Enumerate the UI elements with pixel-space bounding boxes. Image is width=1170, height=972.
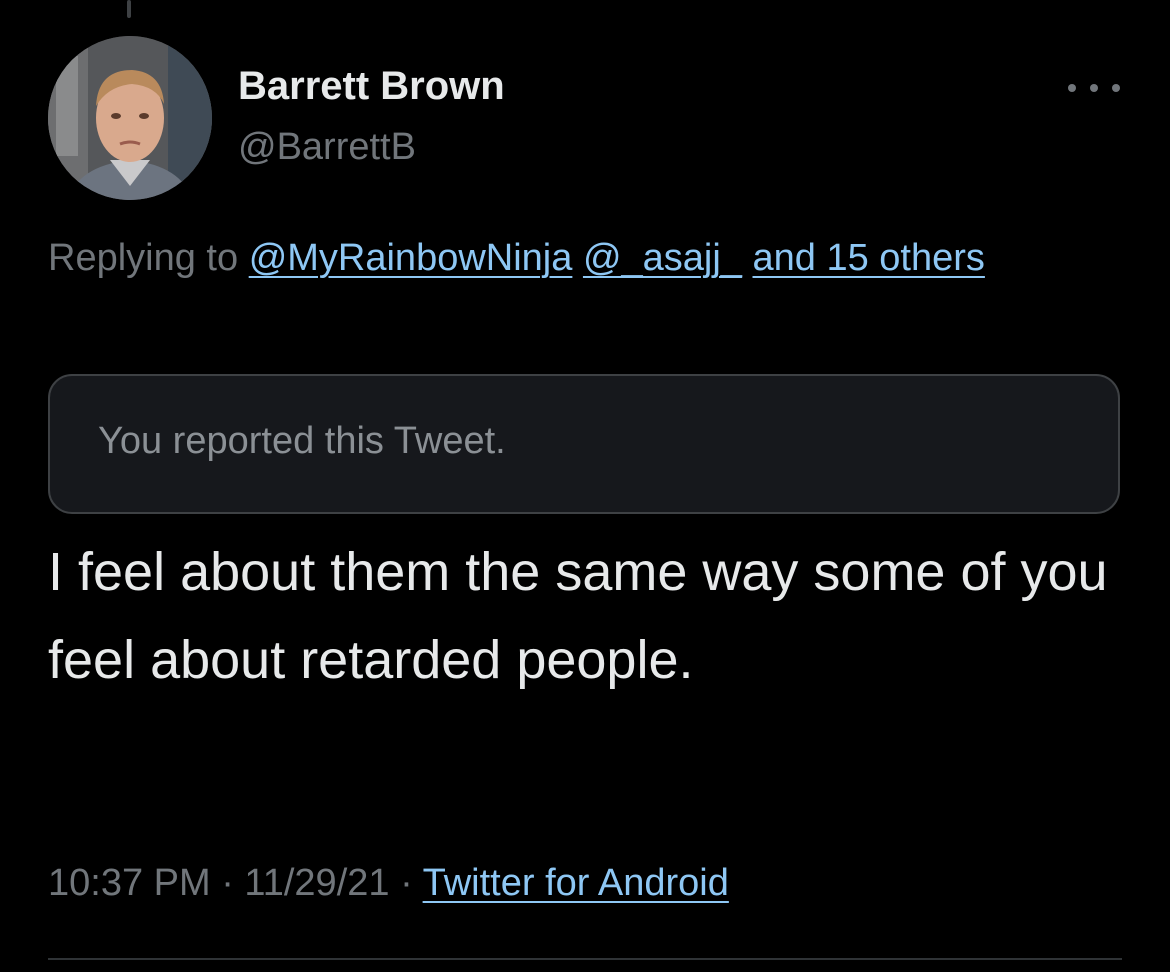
reported-notice: You reported this Tweet. — [48, 374, 1120, 514]
source-link[interactable]: Twitter for Android — [423, 862, 729, 904]
author-handle[interactable]: @BarrettB — [238, 126, 416, 169]
ellipsis-icon — [1090, 84, 1098, 92]
tweet-timestamp: 10:37 PM · 11/29/21 · — [48, 862, 413, 904]
author-display-name[interactable]: Barrett Brown — [238, 64, 505, 109]
profile-photo-icon — [48, 36, 212, 200]
replying-to-line: Replying to @MyRainbowNinja @_asajj_ and… — [48, 226, 1118, 290]
tweet-body: I feel about them the same way some of y… — [48, 542, 1108, 690]
mention-link[interactable]: @_asajj_ — [583, 237, 742, 279]
others-link[interactable]: and 15 others — [753, 237, 985, 279]
tweet-metadata: 10:37 PM · 11/29/21 · Twitter for Androi… — [48, 862, 729, 905]
ellipsis-icon — [1112, 84, 1120, 92]
author-avatar[interactable] — [48, 36, 212, 200]
replying-to-label: Replying to — [48, 237, 239, 279]
ellipsis-icon — [1068, 84, 1076, 92]
mention-link[interactable]: @MyRainbowNinja — [249, 237, 573, 279]
more-options-button[interactable] — [1068, 72, 1120, 104]
thread-connector-line — [127, 0, 131, 18]
reported-notice-text: You reported this Tweet. — [98, 420, 506, 462]
divider — [48, 958, 1122, 960]
